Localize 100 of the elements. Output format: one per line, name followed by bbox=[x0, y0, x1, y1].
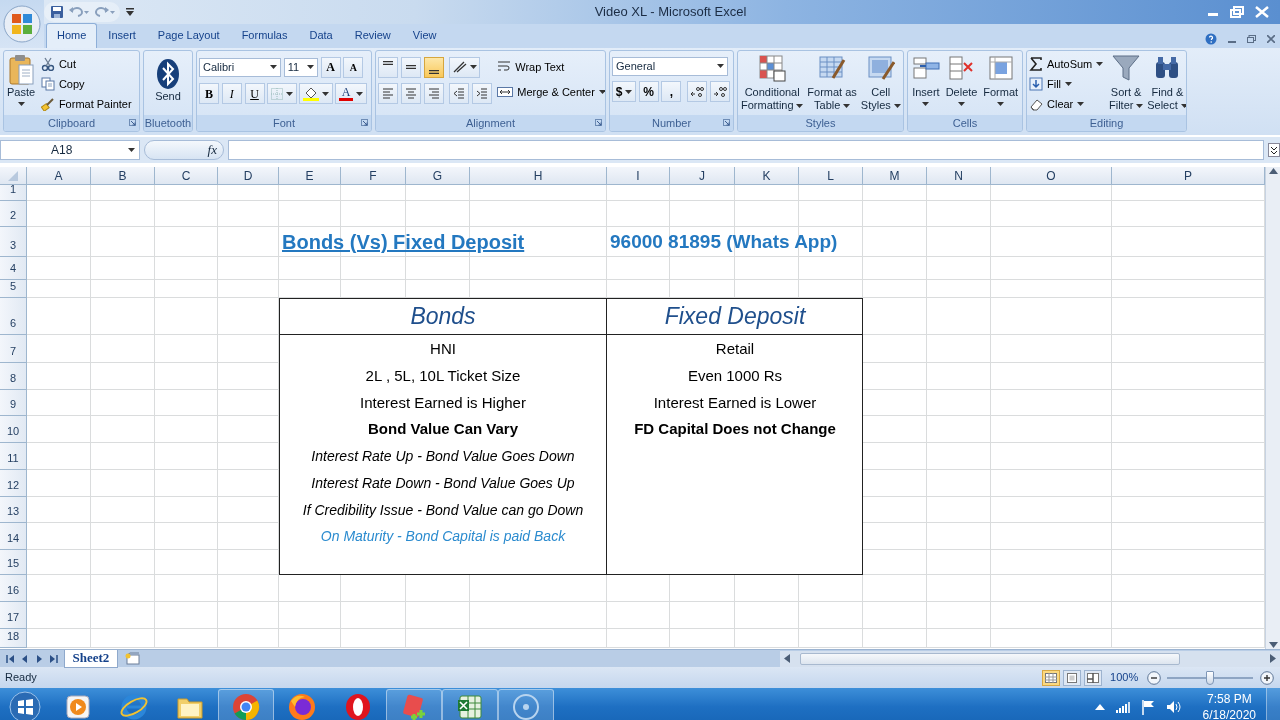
scroll-up-icon[interactable] bbox=[1268, 167, 1278, 175]
row-header[interactable]: 5 bbox=[0, 280, 27, 298]
conditional-formatting-button[interactable]: Conditional Formatting bbox=[740, 54, 805, 115]
formula-input[interactable] bbox=[228, 140, 1264, 160]
bold-button[interactable]: B bbox=[199, 83, 219, 105]
dialog-launcher-icon[interactable] bbox=[723, 119, 730, 126]
sort-filter-button[interactable]: Sort & Filter bbox=[1108, 54, 1145, 115]
row-header[interactable]: 10 bbox=[0, 416, 27, 443]
underline-button[interactable]: U bbox=[244, 83, 265, 105]
ribbon-tab[interactable]: Insert bbox=[97, 22, 147, 48]
column-header[interactable]: F bbox=[341, 167, 406, 185]
paste-button[interactable]: Paste bbox=[6, 54, 37, 115]
number-format-field[interactable]: General bbox=[612, 56, 728, 76]
clear-button[interactable]: Clear bbox=[1029, 94, 1104, 114]
format-as-table-button[interactable]: Format as Table bbox=[806, 54, 858, 115]
save-icon[interactable] bbox=[49, 5, 64, 19]
name-box[interactable]: A18 bbox=[0, 140, 140, 160]
column-header[interactable]: M bbox=[863, 167, 927, 185]
row-header[interactable]: 6 bbox=[0, 298, 27, 335]
column-header[interactable]: L bbox=[799, 167, 863, 185]
fill-button[interactable]: Fill bbox=[1029, 74, 1104, 94]
sheet-next-icon[interactable] bbox=[34, 653, 44, 664]
horizontal-scrollbar[interactable] bbox=[780, 650, 1280, 667]
column-header[interactable]: B bbox=[91, 167, 155, 185]
font-color-button[interactable]: A bbox=[335, 83, 367, 105]
dialog-launcher-icon[interactable] bbox=[361, 119, 368, 126]
sheet-last-icon[interactable] bbox=[49, 653, 58, 664]
row-header[interactable]: 1 bbox=[0, 185, 27, 201]
row-header[interactable]: 3 bbox=[0, 227, 27, 257]
borders-button[interactable] bbox=[267, 83, 297, 105]
insert-button[interactable]: Insert bbox=[910, 54, 941, 115]
column-header[interactable]: I bbox=[607, 167, 670, 185]
font-size-field[interactable]: 11 bbox=[283, 57, 318, 77]
autosum-button[interactable]: AutoSum bbox=[1029, 54, 1104, 74]
currency-button[interactable]: $ bbox=[612, 81, 636, 103]
sheet-prev-icon[interactable] bbox=[20, 653, 29, 664]
clock-time[interactable]: 7:58 PM bbox=[1202, 691, 1256, 707]
show-hidden-icons-icon[interactable] bbox=[1094, 704, 1105, 710]
vertical-align-button[interactable] bbox=[400, 56, 421, 78]
merge-center-button[interactable]: Merge & Center bbox=[497, 82, 605, 103]
close-icon[interactable] bbox=[1266, 35, 1275, 44]
page-break-button[interactable] bbox=[1083, 669, 1102, 686]
dialog-launcher-icon[interactable] bbox=[595, 119, 602, 126]
align-center-button[interactable] bbox=[400, 83, 421, 105]
ribbon-tab[interactable]: Page Layout bbox=[146, 22, 231, 48]
row-header[interactable]: 4 bbox=[0, 257, 27, 280]
customize-menu-icon[interactable] bbox=[126, 8, 134, 16]
align-right-button[interactable] bbox=[423, 83, 444, 105]
row-header[interactable]: 14 bbox=[0, 523, 27, 550]
column-header[interactable]: D bbox=[218, 167, 279, 185]
scroll-thumb[interactable] bbox=[800, 652, 1180, 665]
sheet-first-icon[interactable] bbox=[5, 653, 15, 664]
sheet-tab[interactable]: Sheet2 bbox=[63, 649, 119, 668]
taskbar-button[interactable] bbox=[218, 689, 274, 720]
comma-button[interactable]: , bbox=[661, 81, 682, 103]
row-header[interactable]: 11 bbox=[0, 443, 27, 470]
ribbon-tab[interactable]: View bbox=[401, 22, 448, 48]
normal-view-button[interactable] bbox=[1042, 669, 1061, 686]
column-header[interactable]: N bbox=[927, 167, 991, 185]
copy-button[interactable]: Copy bbox=[40, 74, 132, 94]
align-left-button[interactable] bbox=[378, 83, 398, 105]
row-header[interactable]: 16 bbox=[0, 575, 27, 602]
row-header[interactable]: 2 bbox=[0, 201, 27, 227]
cell-styles-button[interactable]: Cell Styles bbox=[859, 54, 902, 115]
fill-color-button[interactable] bbox=[299, 83, 333, 105]
column-header[interactable]: E bbox=[279, 167, 341, 185]
restore-icon[interactable] bbox=[1246, 35, 1256, 44]
flag-icon[interactable] bbox=[1140, 699, 1155, 715]
zoom-in-icon[interactable] bbox=[1260, 670, 1274, 685]
font-name-field[interactable]: Calibri bbox=[199, 57, 281, 77]
decrease-indent-button[interactable] bbox=[449, 83, 469, 105]
orientation-button[interactable] bbox=[449, 56, 481, 78]
grow-font-button[interactable]: A bbox=[320, 56, 341, 78]
italic-button[interactable]: I bbox=[221, 83, 242, 105]
row-header[interactable]: 13 bbox=[0, 497, 27, 523]
page-layout-button[interactable] bbox=[1063, 669, 1082, 686]
taskbar-button[interactable] bbox=[442, 689, 498, 720]
wrap-text-button[interactable]: Wrap Text bbox=[497, 56, 605, 77]
shrink-font-button[interactable]: A bbox=[343, 56, 364, 78]
find-select-button[interactable]: Find & Select bbox=[1146, 54, 1186, 115]
help-icon[interactable] bbox=[1204, 33, 1217, 46]
column-header[interactable]: P bbox=[1112, 167, 1265, 185]
format-button[interactable]: Format bbox=[982, 54, 1020, 115]
column-header[interactable]: J bbox=[670, 167, 735, 185]
increase-indent-button[interactable] bbox=[471, 83, 492, 105]
row-header[interactable]: 17 bbox=[0, 602, 27, 629]
row-header[interactable]: 15 bbox=[0, 550, 27, 575]
undo-icon[interactable] bbox=[69, 6, 89, 18]
cut-button[interactable]: Cut bbox=[40, 54, 132, 74]
row-header[interactable]: 12 bbox=[0, 470, 27, 497]
increase-decimal-button[interactable] bbox=[686, 81, 707, 103]
ribbon-tab[interactable]: Review bbox=[343, 22, 402, 48]
scroll-right-icon[interactable] bbox=[1270, 654, 1276, 663]
expand-formula-bar-icon[interactable] bbox=[1268, 143, 1280, 157]
row-header[interactable]: 9 bbox=[0, 390, 27, 416]
office-logo-icon[interactable] bbox=[3, 5, 41, 43]
insert-sheet-icon[interactable] bbox=[124, 651, 143, 666]
signal-icon[interactable] bbox=[1115, 701, 1130, 713]
redo-icon[interactable] bbox=[94, 6, 115, 18]
send-button[interactable]: Send bbox=[154, 54, 182, 115]
